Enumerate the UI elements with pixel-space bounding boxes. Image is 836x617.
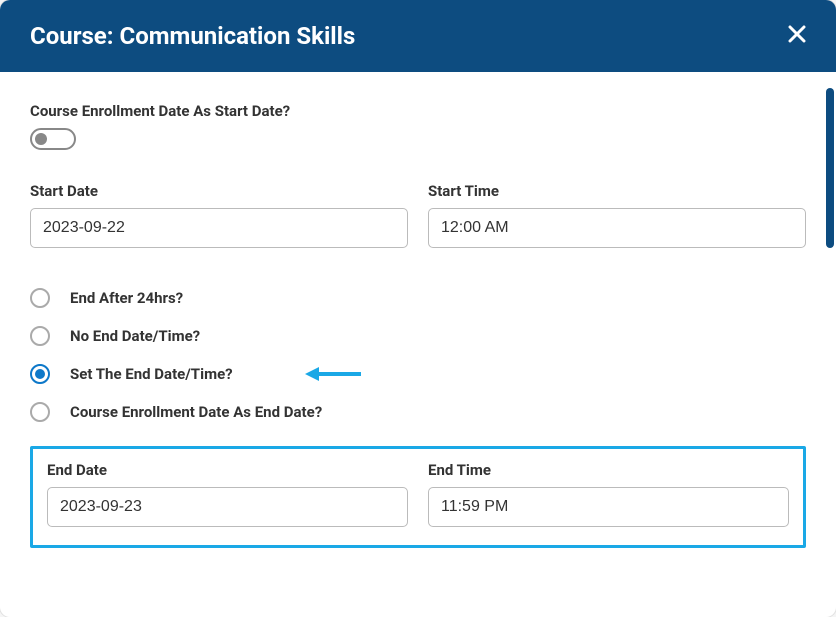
end-time-input[interactable] [428,487,789,527]
radio-no-end[interactable] [30,326,50,346]
toggle-knob [35,133,47,145]
radio-label-end-24hrs[interactable]: End After 24hrs? [70,289,183,307]
start-date-group: Start Date [30,182,408,248]
start-time-label: Start Time [428,182,806,200]
end-fields-highlight: End Date End Time [30,446,806,548]
enrollment-start-section: Course Enrollment Date As Start Date? [30,102,806,154]
course-settings-modal: Course: Communication Skills Course Enro… [0,0,836,617]
radio-label-set-end[interactable]: Set The End Date/Time? [70,365,233,383]
radio-row-enrollment-end: Course Enrollment Date As End Date? [30,402,806,422]
start-date-input[interactable] [30,208,408,248]
radio-enrollment-end[interactable] [30,402,50,422]
enrollment-start-question: Course Enrollment Date As Start Date? [30,102,806,120]
start-time-input[interactable] [428,208,806,248]
radio-row-no-end: No End Date/Time? [30,326,806,346]
close-button[interactable] [788,25,806,47]
end-fields-row: End Date End Time [47,461,789,527]
radio-row-set-end: Set The End Date/Time? [30,364,806,384]
radio-label-no-end[interactable]: No End Date/Time? [70,327,200,345]
close-icon [788,23,806,48]
end-time-group: End Time [428,461,789,527]
enrollment-start-toggle[interactable] [30,128,76,150]
modal-header: Course: Communication Skills [0,0,836,72]
end-time-label: End Time [428,461,789,479]
end-date-group: End Date [47,461,408,527]
end-date-label: End Date [47,461,408,479]
radio-end-24hrs[interactable] [30,288,50,308]
start-fields-row: Start Date Start Time [30,182,806,248]
start-time-group: Start Time [428,182,806,248]
modal-body: Course Enrollment Date As Start Date? St… [0,72,836,609]
start-date-label: Start Date [30,182,408,200]
radio-label-enrollment-end[interactable]: Course Enrollment Date As End Date? [70,403,322,421]
arrow-left-icon [305,364,361,384]
arrow-annotation [305,364,361,384]
modal-title: Course: Communication Skills [30,22,355,50]
end-options-group: End After 24hrs? No End Date/Time? Set T… [30,288,806,422]
radio-row-end-24hrs: End After 24hrs? [30,288,806,308]
end-date-input[interactable] [47,487,408,527]
radio-set-end[interactable] [30,364,50,384]
